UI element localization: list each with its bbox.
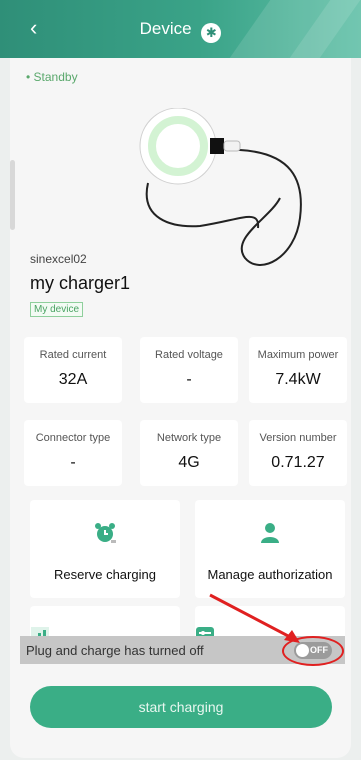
spec-value: 7.4kW	[275, 371, 321, 388]
spec-label: Maximum power	[257, 349, 339, 361]
spec-value: -	[186, 371, 192, 388]
tile-label: Manage authorization	[207, 567, 333, 582]
spec-value: 32A	[58, 371, 88, 388]
spec-rated-voltage: Rated voltage -	[140, 337, 238, 403]
annotation-circle	[282, 636, 344, 666]
spec-value: 0.71.27	[271, 454, 325, 471]
page-title-group: Device ✱	[0, 18, 361, 43]
my-device-badge: My device	[30, 302, 84, 317]
start-charging-button[interactable]: start charging	[30, 686, 332, 728]
manage-authorization-button[interactable]: Manage authorization	[195, 500, 345, 598]
spec-label: Network type	[156, 432, 222, 444]
status-indicator: • Standby	[26, 70, 78, 84]
spec-label: Rated current	[39, 349, 107, 361]
reserve-charging-button[interactable]: Reserve charging	[30, 500, 180, 598]
alarm-clock-icon	[95, 523, 116, 543]
charger-image	[139, 108, 302, 266]
spec-connector-type: Connector type -	[24, 420, 122, 486]
bluetooth-icon[interactable]: ✱	[201, 23, 222, 43]
top-app-bar: ‹ Device ✱	[0, 0, 361, 58]
spec-label: Rated voltage	[155, 349, 223, 361]
device-name: my charger1	[30, 273, 131, 293]
spec-version-number: Version number 0.71.27	[249, 420, 347, 486]
device-serial: sinexcel02	[30, 252, 87, 266]
user-icon	[261, 523, 279, 543]
spec-network-type: Network type 4G	[140, 420, 238, 486]
side-handle[interactable]	[10, 160, 15, 230]
spec-maximum-power: Maximum power 7.4kW	[249, 337, 347, 403]
spec-value: -	[70, 454, 76, 471]
spec-label: Version number	[259, 432, 337, 444]
spec-value: 4G	[178, 454, 200, 471]
page-title: Device	[139, 19, 192, 38]
spec-label: Connector type	[35, 432, 111, 444]
tile-label: Reserve charging	[54, 567, 156, 582]
spec-rated-current: Rated current 32A	[24, 337, 122, 403]
notice-text: Plug and charge has turned off	[26, 643, 204, 658]
